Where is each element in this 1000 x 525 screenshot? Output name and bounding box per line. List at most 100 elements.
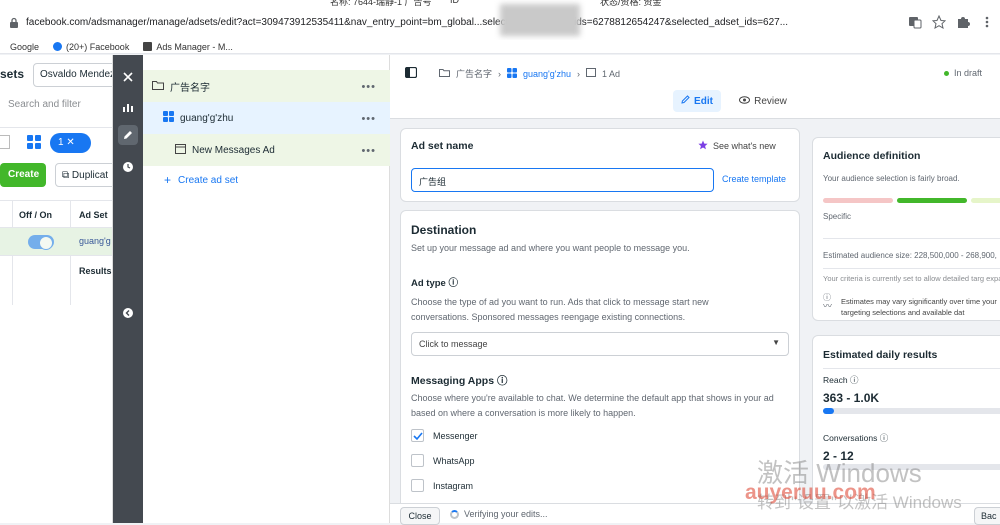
page-title: sets: [0, 67, 25, 81]
back-button[interactable]: Bac: [974, 507, 1000, 525]
close-button[interactable]: Close: [400, 507, 440, 525]
close-icon[interactable]: [118, 67, 138, 87]
whatsapp-checkbox[interactable]: [411, 454, 424, 467]
bookmark-label: Ads Manager - M...: [156, 41, 233, 52]
results-label: Results: [79, 266, 112, 276]
duplicate-button[interactable]: ⧉ Duplicat: [55, 163, 112, 187]
editor-rail: [113, 55, 143, 523]
tree-campaign[interactable]: 广告名字 •••: [143, 70, 390, 102]
crumb-campaign[interactable]: 广告名字: [456, 67, 492, 80]
bookmark-ads-manager[interactable]: Ads Manager - M...: [143, 42, 233, 52]
table-row[interactable]: guang'g: [0, 228, 112, 256]
status-toggle[interactable]: [28, 235, 54, 250]
duplicate-label: Duplicat: [71, 170, 109, 181]
create-button[interactable]: Create: [0, 163, 46, 187]
check-icon: [413, 432, 423, 441]
more-options-icon[interactable]: •••: [361, 81, 376, 93]
whats-new-label: See what's new: [713, 141, 776, 151]
menu-icon[interactable]: [980, 15, 994, 29]
tree-ad[interactable]: New Messages Ad •••: [143, 134, 390, 166]
panel-toggle[interactable]: [0, 135, 10, 149]
destination-heading: Destination: [411, 223, 477, 237]
redacted-area: [500, 4, 580, 36]
whats-new-link[interactable]: See what's new: [698, 140, 776, 152]
messaging-apps-description: Choose where you're available to chat. W…: [411, 393, 774, 418]
chevron-right-icon: ›: [577, 68, 580, 79]
campaign-tree: 广告名字 ••• guang'g'zhu ••• New Messages Ad…: [143, 55, 390, 523]
instagram-checkbox[interactable]: [411, 479, 424, 492]
more-options-icon[interactable]: •••: [361, 113, 376, 125]
pencil-icon[interactable]: [118, 125, 138, 145]
campaign-name: 广告名字: [170, 82, 210, 94]
messaging-apps-heading-text: Messaging Apps: [411, 375, 495, 387]
search-input[interactable]: Search and filter: [8, 99, 81, 110]
chevron-right-icon: ›: [498, 68, 502, 79]
star-icon: [698, 140, 708, 152]
clock-icon[interactable]: [118, 157, 138, 177]
status-badge: In draft: [943, 68, 982, 78]
review-label: Review: [754, 95, 787, 107]
tab-fragment: 名称: 7644-瑞静-1 广告号: [330, 0, 432, 7]
bookmark-facebook[interactable]: (20+) Facebook: [53, 42, 129, 52]
reach-bar: [823, 408, 1000, 414]
divider: [823, 368, 1000, 369]
daily-heading: Estimated daily results: [823, 349, 938, 361]
info-icon[interactable]: ⓘ: [850, 375, 859, 385]
messenger-label: Messenger: [433, 431, 478, 441]
bookmark-google[interactable]: Google: [6, 42, 39, 52]
tab-fragment: 状态/资格: 资金: [600, 0, 662, 7]
site-watermark: auyeruu.com: [745, 481, 876, 504]
ad-type-select[interactable]: Click to message ▼: [411, 332, 789, 356]
divider: [823, 238, 1000, 239]
adset-name-card: Ad set name See what's new 广告组 Create te…: [400, 128, 800, 202]
create-adset-link[interactable]: + Create ad set: [143, 164, 390, 196]
broad-text: Your audience selection is fairly broad.: [823, 174, 960, 183]
url-text[interactable]: facebook.com/adsmanager/manage/adsets/ed…: [26, 17, 896, 28]
messaging-apps-heading: Messaging Apps ⓘ: [411, 373, 507, 388]
duplicate-icon: ⧉: [62, 170, 72, 181]
bookmark-label: (20+) Facebook: [66, 41, 130, 52]
chart-icon[interactable]: [118, 97, 138, 117]
tree-adset[interactable]: guang'g'zhu •••: [143, 102, 390, 134]
info-icon[interactable]: ⓘ: [880, 433, 889, 443]
ad-icon: [175, 143, 186, 157]
ad-icon: [586, 68, 596, 79]
tab-fragment: ID: [450, 0, 459, 5]
translate-icon[interactable]: [908, 15, 922, 29]
info-icon[interactable]: ⓘ: [497, 375, 508, 387]
reach-bar-fill: [823, 408, 834, 414]
verifying-status: Verifying your edits...: [450, 509, 548, 519]
crumb-adset[interactable]: guang'g'zhu: [523, 69, 571, 79]
audience-meter-high: [971, 198, 1000, 203]
edit-button[interactable]: Edit: [673, 90, 721, 112]
bookmark-star-icon[interactable]: [931, 14, 947, 30]
ad-name: New Messages Ad: [192, 144, 275, 156]
plus-icon: +: [164, 173, 172, 187]
create-template-link[interactable]: Create template: [722, 174, 786, 184]
crumb-ad[interactable]: 1 Ad: [602, 69, 620, 79]
trend-icon: 〰: [823, 301, 833, 311]
adsets-table-panel: sets Osvaldo Mendez Search and filter 1 …: [0, 55, 113, 523]
collapse-icon[interactable]: [118, 303, 138, 323]
info-icon[interactable]: ⓘ: [448, 278, 458, 289]
account-selector[interactable]: Osvaldo Mendez: [33, 63, 112, 87]
bookmark-label: Google: [10, 41, 40, 52]
ads-manager-icon: [143, 42, 153, 51]
more-options-icon[interactable]: •••: [361, 145, 376, 157]
create-adset-label: Create ad set: [178, 174, 239, 186]
destination-card: Destination Set up your message ad and w…: [400, 210, 800, 510]
verifying-text: Verifying your edits...: [464, 509, 548, 519]
selected-count-pill[interactable]: 1 ✕: [50, 133, 91, 153]
browser-toolbar: 名称: 7644-瑞静-1 广告号 ID 状态/资格: 资金 facebook.…: [0, 0, 1000, 40]
col-off-on: Off / On: [19, 210, 52, 220]
adset-name-heading: Ad set name: [411, 140, 474, 152]
messenger-checkbox[interactable]: [411, 429, 424, 442]
audience-meter-low: [823, 198, 893, 203]
table-header: Off / On Ad Set: [0, 200, 112, 228]
sidebar-toggle-icon[interactable]: [404, 66, 418, 80]
extension-icon[interactable]: [956, 15, 970, 29]
adset-link[interactable]: guang'g: [79, 236, 111, 246]
ad-type-heading: Ad type ⓘ: [411, 275, 458, 289]
review-button[interactable]: Review: [733, 90, 793, 112]
adset-name-input[interactable]: 广告组: [411, 168, 714, 192]
